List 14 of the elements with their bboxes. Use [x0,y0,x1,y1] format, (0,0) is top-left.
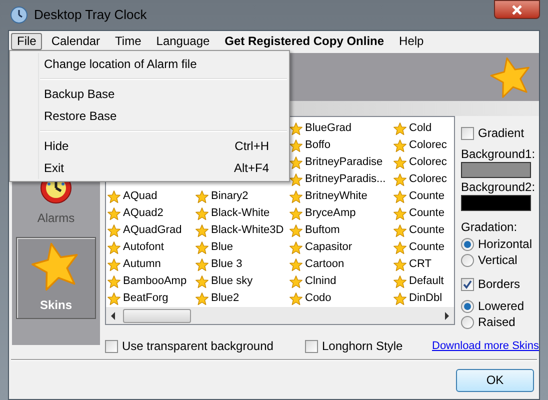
color-label: Background1: [461,147,536,162]
checkbox-label: Use transparent background [122,338,274,355]
sidebar-label: Alarms [37,210,75,227]
checkbox-label: Borders [478,276,520,293]
radio-label: Raised [478,314,516,331]
checkbox-label: Gradient [478,125,524,142]
radio-label: Horizontal [478,236,532,253]
color-label: Background2: [461,180,536,195]
checkbox-label: Longhorn Style [322,338,403,355]
radio-label: Lowered [478,298,524,315]
window-title: Desktop Tray Clock [34,6,147,24]
sidebar-label: Skins [40,297,72,314]
radio-label: Vertical [478,252,518,269]
group-label: Gradation: [461,219,518,235]
